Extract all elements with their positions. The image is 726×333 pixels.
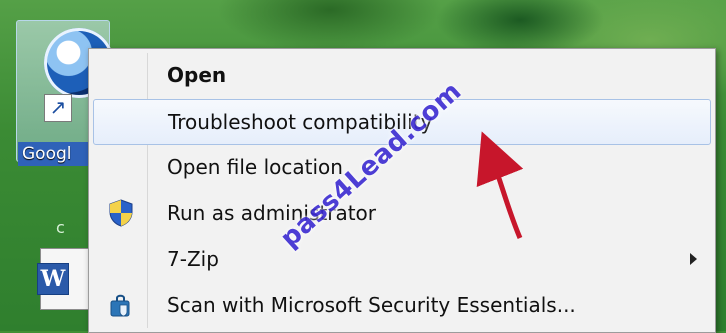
submenu-arrow-icon <box>690 253 697 265</box>
word-logo-icon: W <box>37 263 69 295</box>
desktop-text-c: c <box>56 218 65 237</box>
menu-item-open[interactable]: Open <box>93 53 711 97</box>
menu-item-label: Open file location <box>167 155 343 179</box>
menu-item-run-as-administrator[interactable]: Run as administrator <box>93 191 711 235</box>
menu-item-label: Scan with Microsoft Security Essentials.… <box>167 293 576 317</box>
word-document-icon[interactable]: W <box>37 248 90 310</box>
shortcut-arrow-icon: ↗ <box>44 94 72 122</box>
menu-item-scan-security-essentials[interactable]: Scan with Microsoft Security Essentials.… <box>93 283 711 327</box>
uac-shield-icon <box>109 199 133 227</box>
menu-item-label: Open <box>167 63 227 87</box>
menu-item-7zip[interactable]: 7-Zip <box>93 237 711 281</box>
menu-item-label: 7-Zip <box>167 247 219 271</box>
security-essentials-icon <box>110 294 130 317</box>
context-menu: Open Troubleshoot compatibility Open fil… <box>88 48 716 333</box>
